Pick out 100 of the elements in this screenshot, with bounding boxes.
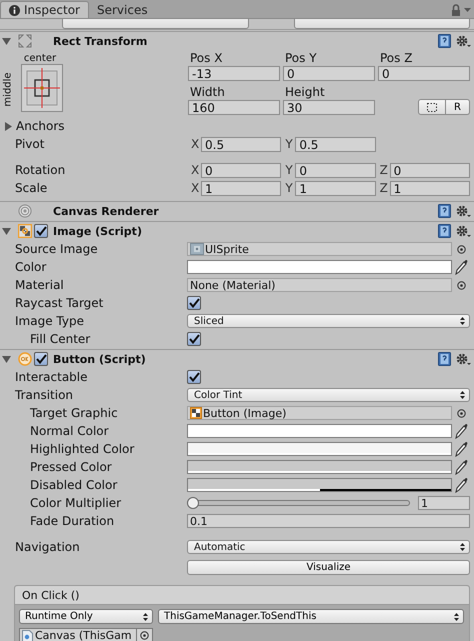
foldout-arrow-icon[interactable] [4,122,13,130]
axis-label: X [190,181,200,195]
property-label: Fill Center [29,332,92,346]
visualize-button[interactable]: Visualize [187,560,470,574]
property-label: Rotation [14,163,66,177]
round-button-icon [18,352,32,366]
settings-icon[interactable] [456,224,471,238]
help-book-icon[interactable] [438,352,451,366]
number-field[interactable]: 0.5 [201,137,282,152]
number-field[interactable]: 0 [390,163,470,178]
number-field[interactable]: 160 [188,100,280,115]
enable-checkbox[interactable] [34,224,48,238]
color-field[interactable] [187,424,452,438]
property-label: Interactable [14,370,89,384]
axis-label: X [190,163,200,177]
axis-label: X [190,137,200,151]
raw-edit-button[interactable]: R [446,99,470,115]
anchor-arrows-icon [18,34,32,48]
number-field[interactable]: 1 [295,181,376,196]
property-label: Pivot [14,137,46,151]
lock-icon[interactable] [451,4,461,16]
component-header[interactable]: Rect Transform [0,31,474,50]
number-field[interactable]: 0 [295,163,376,178]
component-title: Rect Transform [52,34,148,48]
property-label: Source Image [14,242,99,256]
settings-icon[interactable] [456,352,471,366]
object-field[interactable]: Canvas (ThisGam [19,628,153,641]
number-field[interactable]: 1 [390,181,470,196]
eyedropper-icon[interactable] [454,441,468,457]
axis-label: Z [378,181,389,195]
number-field[interactable]: 0 [201,163,282,178]
settings-icon[interactable] [456,34,471,48]
number-field[interactable]: 1 [418,496,470,510]
tab[interactable]: Inspector [0,1,89,18]
eyedropper-icon[interactable] [454,477,468,493]
dropdown-arrows-icon [460,317,465,325]
property-label: Transition [14,388,74,402]
checkbox[interactable] [187,370,201,384]
number-field[interactable]: 0 [378,66,470,81]
component-title: Button (Script) [52,352,147,366]
dropdown[interactable]: Sliced [187,314,470,328]
anchor-preset-button[interactable] [21,64,63,112]
object-field[interactable]: UISprite [187,242,452,256]
number-field[interactable]: 0 [283,66,375,81]
object-picker-icon[interactable] [140,631,149,640]
eyedropper-icon[interactable] [454,259,468,275]
property-label: Disabled Color [29,478,118,492]
property-label: Image Type [14,314,85,328]
help-book-icon[interactable] [438,224,451,238]
dropdown[interactable]: ThisGameManager.ToSendThis [158,609,464,624]
color-field[interactable] [187,478,452,492]
number-field[interactable]: 0.1 [187,514,470,528]
component-header[interactable]: Image (Script) [0,221,474,240]
color-field[interactable] [187,460,452,474]
help-book-icon[interactable] [438,204,451,218]
eyedropper-icon[interactable] [454,459,468,475]
dropdown-arrows-icon [460,391,465,399]
slider-thumb[interactable] [187,497,199,509]
help-book-icon[interactable] [438,34,451,48]
target-rings-icon [18,204,32,218]
dropdown-arrows-icon [143,612,148,620]
checkbox[interactable] [187,296,201,310]
object-picker-icon[interactable] [456,408,466,418]
foldout-label: Anchors [16,119,65,133]
dropdown[interactable]: Automatic [187,540,470,554]
property-label: Material [14,278,65,292]
property-label: Target Graphic [29,406,119,420]
anchor-label: middle [3,72,14,106]
field-label: Height [284,85,326,99]
settings-icon[interactable] [456,204,471,218]
object-picker-icon[interactable] [456,280,466,290]
property-label: Raycast Target [14,296,104,310]
color-field[interactable] [187,260,452,274]
object-picker-icon[interactable] [456,244,466,254]
slider-track[interactable] [187,497,410,509]
axis-label: Z [378,163,389,177]
component-header[interactable]: Button (Script) [0,349,474,368]
number-field[interactable]: 0.5 [295,137,376,152]
color-field[interactable] [187,442,452,456]
field-label: Pos X [189,51,224,65]
image-component-icon [18,224,32,238]
number-field[interactable]: -13 [188,66,280,81]
tab[interactable]: Services [88,1,156,18]
dropdown[interactable]: Runtime Only [19,609,153,624]
component-header[interactable]: Canvas Renderer [0,201,474,220]
property-label: Normal Color [29,424,110,438]
property-label: Color Multiplier [29,496,122,510]
object-field[interactable]: None (Material) [187,278,452,292]
property-label: Navigation [14,540,81,554]
image-icon [190,407,202,419]
field-label: Width [189,85,226,99]
enable-checkbox[interactable] [34,352,48,366]
number-field[interactable]: 30 [283,100,375,115]
menu-caret-icon[interactable] [464,8,471,13]
number-field[interactable]: 1 [201,181,282,196]
object-field[interactable]: Button (Image) [187,406,452,420]
blueprint-mode-button[interactable] [418,99,446,115]
dropdown[interactable]: Color Tint [187,388,470,402]
eyedropper-icon[interactable] [454,423,468,439]
checkbox[interactable] [187,332,201,346]
